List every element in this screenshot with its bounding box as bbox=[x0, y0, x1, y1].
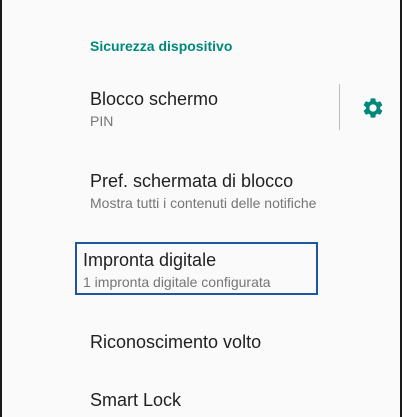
gear-icon[interactable] bbox=[361, 96, 385, 120]
pref-title: Pref. schermata di blocco bbox=[90, 171, 294, 191]
pref-title: Impronta digitale bbox=[83, 250, 217, 270]
pref-lock-screen-preferences[interactable]: Pref. schermata di blocco Mostra tutti i… bbox=[90, 170, 316, 212]
pref-title: Blocco schermo bbox=[90, 89, 219, 109]
section-header: Sicurezza dispositivo bbox=[90, 38, 233, 54]
pref-face-recognition[interactable]: Riconoscimento volto bbox=[90, 331, 261, 353]
pref-screen-lock[interactable]: Blocco schermo PIN bbox=[90, 88, 218, 130]
settings-screen: Sicurezza dispositivo Blocco schermo PIN… bbox=[0, 0, 402, 417]
pref-smart-lock[interactable]: Smart Lock bbox=[90, 389, 181, 411]
pref-title: Riconoscimento volto bbox=[90, 332, 262, 352]
vertical-divider bbox=[339, 84, 340, 130]
pref-fingerprint[interactable]: Impronta digitale 1 impronta digitale co… bbox=[83, 249, 271, 291]
pref-summary: Mostra tutti i contenuti delle notifiche bbox=[90, 195, 317, 211]
pref-title: Smart Lock bbox=[90, 390, 182, 410]
pref-summary: 1 impronta digitale configurata bbox=[83, 274, 271, 290]
pref-summary: PIN bbox=[90, 113, 114, 129]
